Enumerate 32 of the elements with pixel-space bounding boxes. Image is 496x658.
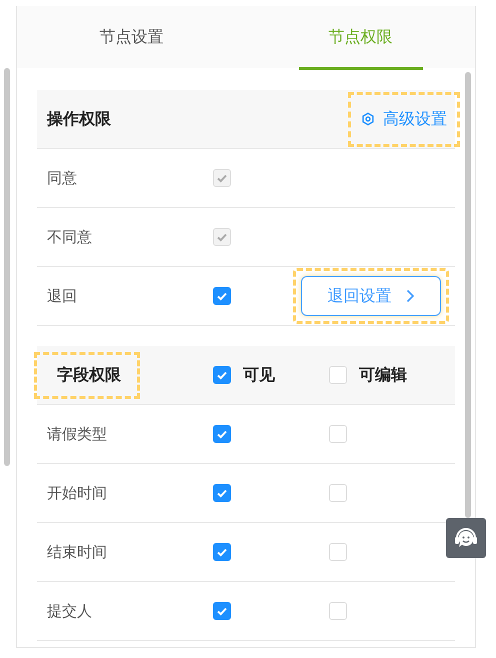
check-icon [216, 428, 228, 440]
check-icon [216, 290, 228, 302]
return-settings-button[interactable]: 退回设置 [301, 276, 441, 316]
checkbox[interactable] [213, 543, 231, 561]
check-icon [216, 487, 228, 499]
check-icon [216, 546, 228, 558]
row-label: 提交人 [46, 602, 93, 620]
tab[interactable]: 节点设置 [70, 7, 194, 70]
row-label: 结束时间 [46, 542, 108, 562]
column-header: 可编辑 [359, 364, 407, 386]
advanced-settings-button[interactable]: 高级设置 [357, 100, 451, 138]
check-icon [216, 231, 228, 243]
section-title: 操作权限 [46, 108, 112, 130]
column-header: 可见 [243, 364, 275, 386]
row-label: 不同意 [46, 228, 93, 246]
row-label: 退回 [46, 286, 78, 306]
row-label: 开始时间 [46, 484, 108, 502]
settings-icon [361, 112, 375, 126]
check-icon [216, 605, 228, 617]
section-title: 字段权限 [37, 354, 137, 396]
row-label: 请假类型 [46, 424, 108, 444]
chevron-icon [406, 289, 414, 303]
checkbox[interactable] [213, 602, 231, 620]
check-icon [216, 172, 228, 184]
check-icon [216, 369, 228, 381]
tab[interactable]: 节点权限 [298, 7, 422, 70]
checkbox[interactable] [213, 484, 231, 502]
checkbox[interactable] [213, 366, 231, 384]
checkbox[interactable] [213, 425, 231, 443]
row-label: 同意 [46, 168, 78, 188]
customer-service-button[interactable] [446, 518, 486, 558]
checkbox[interactable] [213, 287, 231, 305]
